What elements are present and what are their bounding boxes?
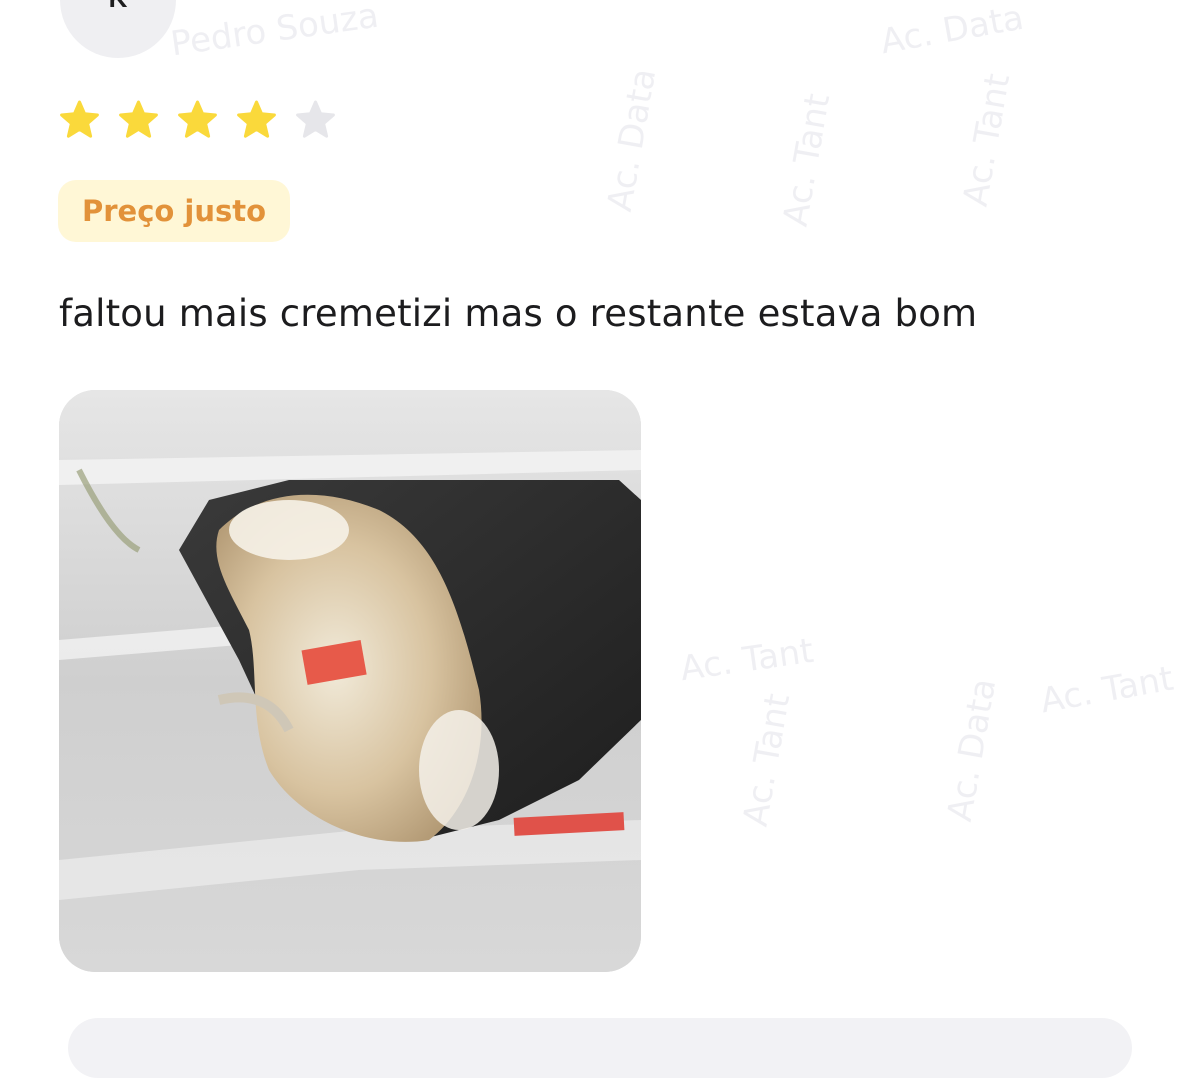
sushi-photo-image [59,390,641,972]
star-icon [295,100,336,146]
tag-badge: Preço justo [58,180,291,242]
avatar[interactable]: K [60,0,176,58]
star-rating [59,100,336,146]
star-icon [59,100,100,146]
avatar-initial: K [109,0,128,14]
star-icon [236,100,277,146]
bottom-panel [68,1018,1132,1078]
review-comment: faltou mais cremetizi mas o restante est… [59,292,978,335]
tag-label: Preço justo [82,194,267,228]
star-icon [177,100,218,146]
star-icon [118,100,159,146]
review-photo[interactable] [59,390,641,972]
